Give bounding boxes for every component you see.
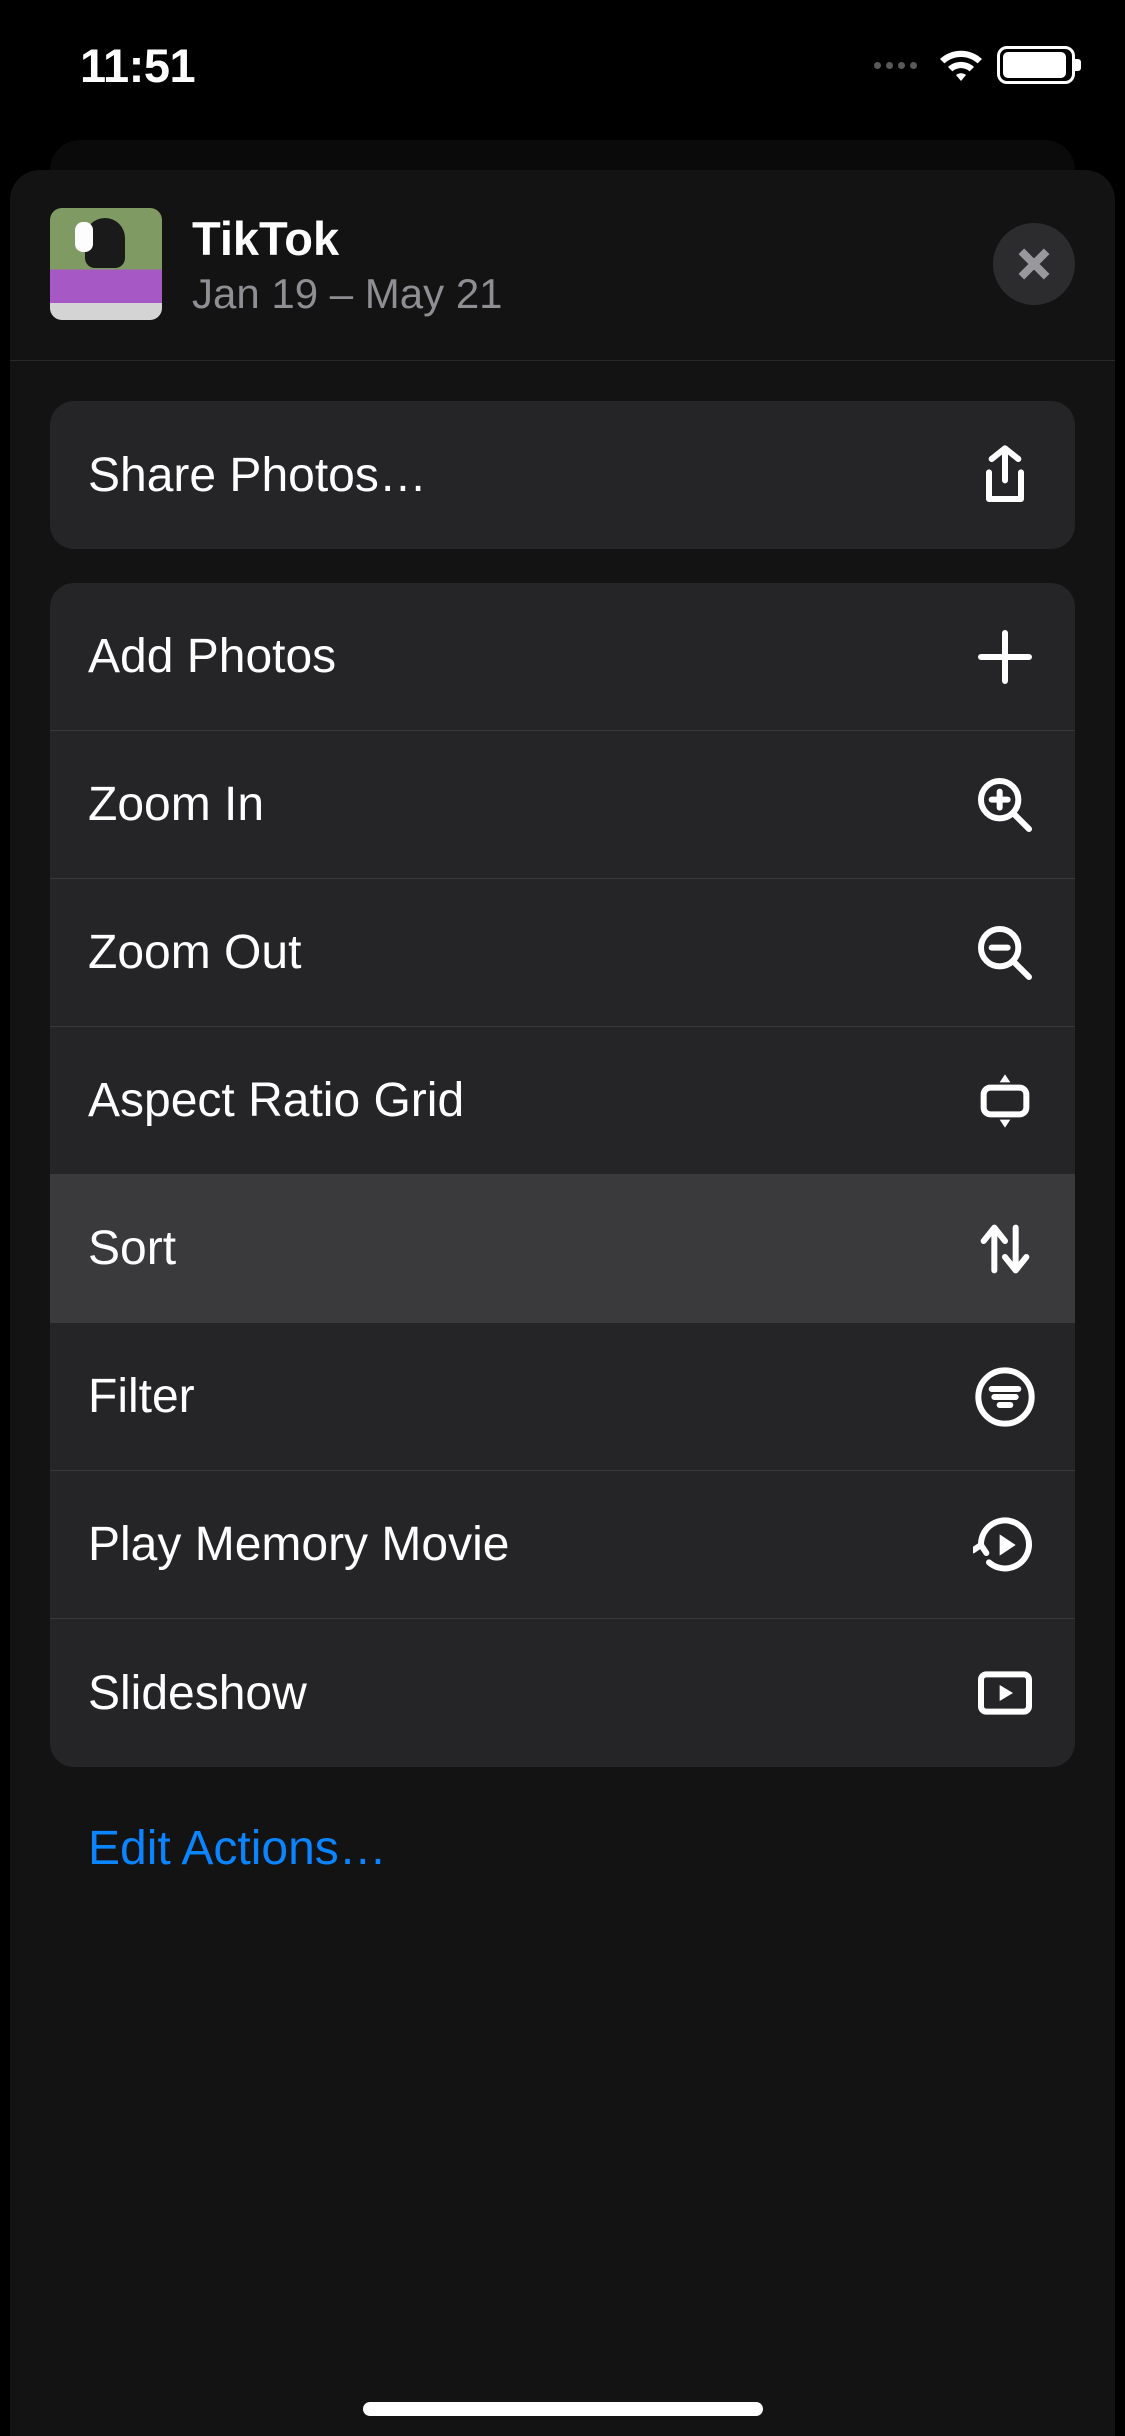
action-label: Slideshow: [88, 1666, 307, 1721]
memory-movie-icon: [973, 1513, 1037, 1577]
action-label: Play Memory Movie: [88, 1517, 509, 1572]
close-icon: [1015, 245, 1053, 283]
edit-actions-button[interactable]: Edit Actions…: [50, 1801, 1075, 1896]
sort-icon: [973, 1217, 1037, 1281]
album-title: TikTok: [192, 211, 993, 266]
zoom-in-button[interactable]: Zoom In: [50, 731, 1075, 879]
slideshow-icon: [973, 1661, 1037, 1725]
plus-icon: [973, 625, 1037, 689]
share-group: Share Photos…: [50, 401, 1075, 549]
zoom-out-icon: [973, 921, 1037, 985]
edit-actions-label: Edit Actions…: [88, 1822, 387, 1875]
action-label: Zoom Out: [88, 925, 301, 980]
share-icon: [973, 443, 1037, 507]
battery-icon: [997, 46, 1075, 84]
action-label: Add Photos: [88, 629, 336, 684]
zoom-out-button[interactable]: Zoom Out: [50, 879, 1075, 1027]
aspect-ratio-icon: [973, 1069, 1037, 1133]
filter-icon: [973, 1365, 1037, 1429]
status-bar: 11:51: [0, 0, 1125, 130]
album-subtitle: Jan 19 – May 21: [192, 270, 993, 318]
action-sheet: TikTok Jan 19 – May 21 Share Photos… Add…: [10, 170, 1115, 2436]
aspect-ratio-grid-button[interactable]: Aspect Ratio Grid: [50, 1027, 1075, 1175]
action-label: Zoom In: [88, 777, 264, 832]
album-thumbnail: [50, 208, 162, 320]
sheet-header: TikTok Jan 19 – May 21: [10, 170, 1115, 361]
wifi-icon: [937, 44, 985, 87]
share-photos-button[interactable]: Share Photos…: [50, 401, 1075, 549]
close-button[interactable]: [993, 223, 1075, 305]
status-right: [874, 44, 1075, 87]
sort-button[interactable]: Sort: [50, 1175, 1075, 1323]
header-text: TikTok Jan 19 – May 21: [192, 211, 993, 318]
filter-button[interactable]: Filter: [50, 1323, 1075, 1471]
signal-dots-icon: [874, 62, 917, 69]
add-photos-button[interactable]: Add Photos: [50, 583, 1075, 731]
action-label: Filter: [88, 1369, 195, 1424]
home-indicator[interactable]: [363, 2402, 763, 2416]
sheet-content: Share Photos… Add Photos Zoom In: [10, 361, 1115, 1896]
play-memory-movie-button[interactable]: Play Memory Movie: [50, 1471, 1075, 1619]
action-label: Sort: [88, 1221, 176, 1276]
action-label: Share Photos…: [88, 448, 427, 503]
zoom-in-icon: [973, 773, 1037, 837]
actions-group: Add Photos Zoom In Zoom Out Aspect Ratio…: [50, 583, 1075, 1767]
action-label: Aspect Ratio Grid: [88, 1073, 464, 1128]
slideshow-button[interactable]: Slideshow: [50, 1619, 1075, 1767]
status-time: 11:51: [80, 38, 195, 93]
